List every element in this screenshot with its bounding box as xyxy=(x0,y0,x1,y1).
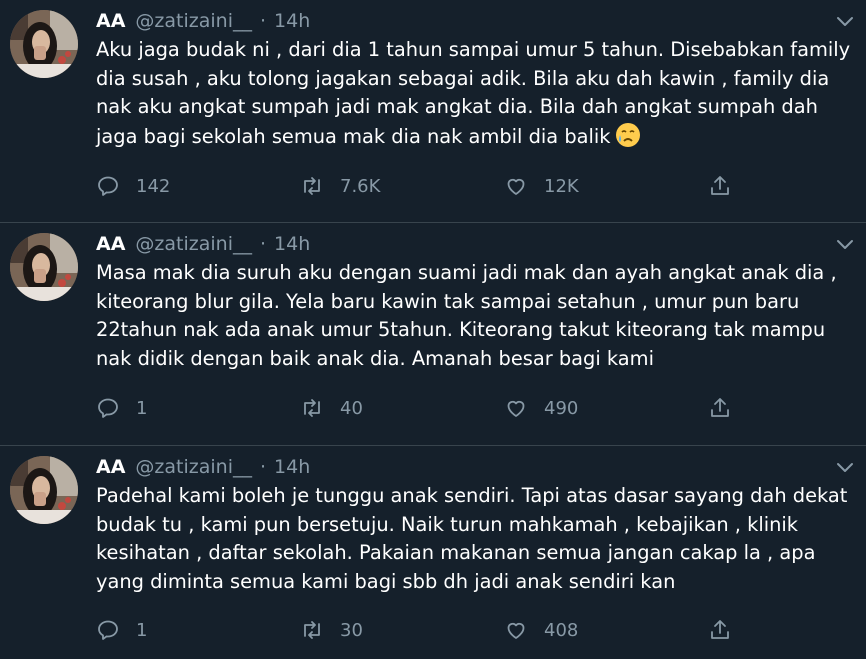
tweet-text: Aku jaga budak ni , dari dia 1 tahun sam… xyxy=(96,36,860,151)
share-button[interactable] xyxy=(708,174,732,202)
reply-count: 142 xyxy=(136,175,171,197)
action-bar: 142 7.6K 12K xyxy=(96,172,746,200)
tweet-text-content: Aku jaga budak ni , dari dia 1 tahun sam… xyxy=(96,38,851,148)
separator: · xyxy=(259,456,267,478)
avatar[interactable] xyxy=(10,456,78,524)
reply-count: 1 xyxy=(136,397,148,419)
reply-button[interactable]: 1 xyxy=(96,616,147,644)
tweet-text-content: Padehal kami boleh je tunggu anak sendir… xyxy=(96,484,848,593)
tweet-3[interactable]: AA @zatizaini__ · 14h Padehal kami boleh… xyxy=(0,446,866,659)
tweet-1[interactable]: AA @zatizaini__ · 14h Aku jaga budak ni … xyxy=(0,0,866,222)
reply-icon xyxy=(98,176,118,196)
avatar[interactable] xyxy=(10,10,78,78)
like-icon xyxy=(507,400,525,417)
separator: · xyxy=(259,233,267,255)
user-handle[interactable]: @zatizaini__ xyxy=(135,456,252,478)
retweet-button[interactable]: 40 xyxy=(300,394,363,422)
like-count: 408 xyxy=(544,619,579,641)
display-name[interactable]: AA xyxy=(96,233,125,255)
tweet-header: AA @zatizaini__ · 14h xyxy=(96,231,310,257)
share-icon xyxy=(711,176,729,195)
chevron-down-icon[interactable] xyxy=(834,10,856,32)
like-icon xyxy=(507,622,525,639)
like-button[interactable]: 408 xyxy=(504,616,578,644)
retweet-count: 30 xyxy=(340,619,363,641)
tweet-text-content: Masa mak dia suruh aku dengan suami jadi… xyxy=(96,261,837,370)
display-name[interactable]: AA xyxy=(96,456,125,478)
separator: · xyxy=(259,10,267,32)
retweet-icon xyxy=(304,399,320,417)
share-button[interactable] xyxy=(708,618,732,646)
timestamp[interactable]: 14h xyxy=(274,233,310,255)
retweet-icon xyxy=(304,177,320,195)
user-handle[interactable]: @zatizaini__ xyxy=(135,233,252,255)
avatar[interactable] xyxy=(10,233,78,301)
like-button[interactable]: 12K xyxy=(504,172,579,200)
timestamp[interactable]: 14h xyxy=(274,10,310,32)
action-bar: 1 40 490 xyxy=(96,394,746,422)
like-count: 12K xyxy=(544,175,579,197)
retweet-button[interactable]: 30 xyxy=(300,616,363,644)
share-icon xyxy=(711,620,729,639)
timestamp[interactable]: 14h xyxy=(274,456,310,478)
like-icon xyxy=(507,178,525,195)
like-button[interactable]: 490 xyxy=(504,394,578,422)
tweet-header: AA @zatizaini__ · 14h xyxy=(96,8,310,34)
retweet-count: 40 xyxy=(340,397,363,419)
share-icon xyxy=(711,398,729,417)
retweet-count: 7.6K xyxy=(340,175,381,197)
tweet-header: AA @zatizaini__ · 14h xyxy=(96,454,310,480)
like-count: 490 xyxy=(544,397,579,419)
retweet-icon xyxy=(304,621,320,639)
reply-icon xyxy=(98,398,118,418)
tweet-text: Masa mak dia suruh aku dengan suami jadi… xyxy=(96,259,860,373)
retweet-button[interactable]: 7.6K xyxy=(300,172,380,200)
reply-count: 1 xyxy=(136,619,148,641)
user-handle[interactable]: @zatizaini__ xyxy=(135,10,252,32)
tweet-2[interactable]: AA @zatizaini__ · 14h Masa mak dia suruh… xyxy=(0,223,866,445)
chevron-down-icon[interactable] xyxy=(834,456,856,478)
display-name[interactable]: AA xyxy=(96,10,125,32)
action-bar: 1 30 408 xyxy=(96,616,746,644)
crying-face-emoji xyxy=(615,122,641,148)
reply-button[interactable]: 1 xyxy=(96,394,147,422)
tweet-thread: AA @zatizaini__ · 14h Aku jaga budak ni … xyxy=(0,0,866,659)
share-button[interactable] xyxy=(708,396,732,424)
tweet-text: Padehal kami boleh je tunggu anak sendir… xyxy=(96,482,860,596)
chevron-down-icon[interactable] xyxy=(834,233,856,255)
reply-icon xyxy=(98,620,118,640)
reply-button[interactable]: 142 xyxy=(96,172,170,200)
